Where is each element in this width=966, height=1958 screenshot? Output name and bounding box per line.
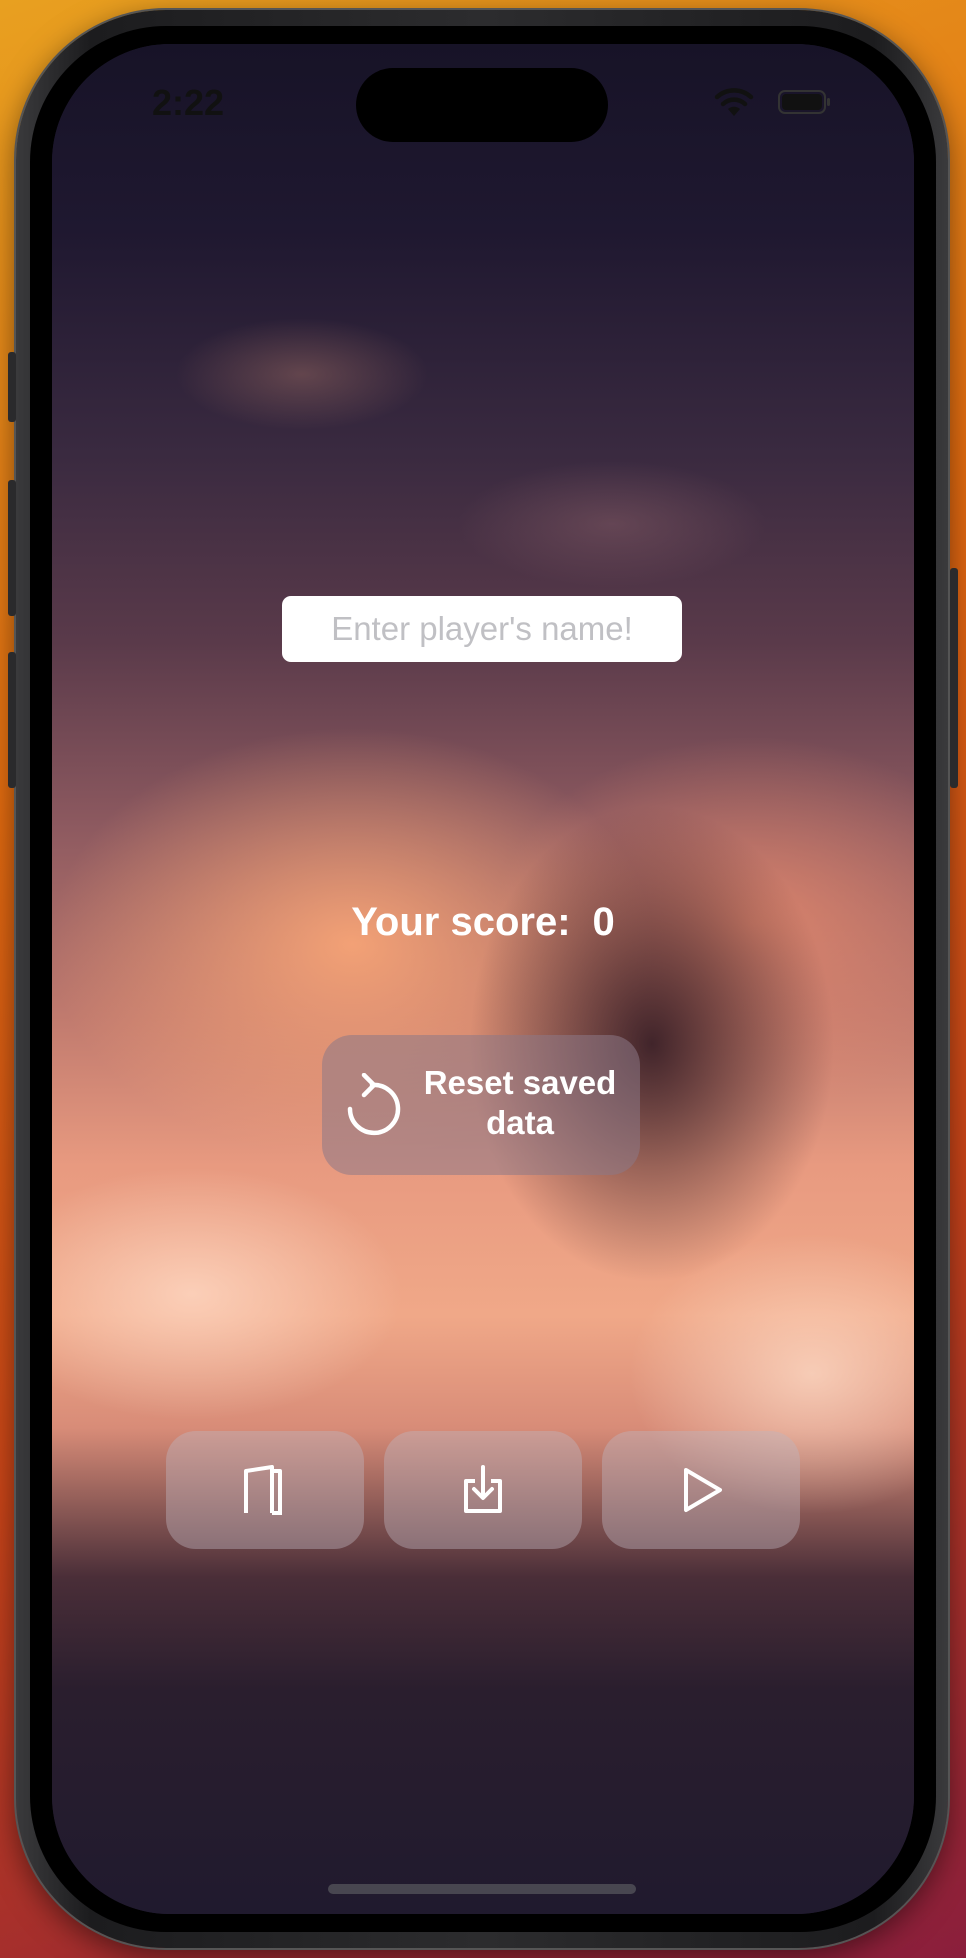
player-name-input[interactable] xyxy=(282,596,682,662)
wifi-icon xyxy=(714,88,754,116)
door-icon xyxy=(244,1465,282,1515)
score-display: Your score: 0 xyxy=(52,900,914,945)
blurred-background-image xyxy=(52,44,914,1914)
save-button[interactable] xyxy=(384,1431,582,1549)
exit-button[interactable] xyxy=(166,1431,364,1549)
dynamic-island xyxy=(356,68,608,142)
battery-icon xyxy=(778,90,830,114)
reset-saved-data-button[interactable]: Reset saved data xyxy=(322,1035,640,1175)
status-bar-time: 2:22 xyxy=(152,82,225,123)
counterclockwise-arrow-icon xyxy=(347,1073,401,1136)
volume-down-side-button xyxy=(8,652,16,788)
reset-button-label: Reset saved data xyxy=(423,1064,617,1141)
play-icon xyxy=(684,1468,722,1512)
score-value: 0 xyxy=(592,900,615,944)
play-button[interactable] xyxy=(602,1431,800,1549)
download-tray-icon xyxy=(464,1465,502,1513)
action-side-button xyxy=(8,352,16,422)
volume-up-side-button xyxy=(8,480,16,616)
score-label: Your score: xyxy=(351,900,571,944)
screen: 2:22 Your score: 0 Reset saved data xyxy=(52,44,914,1914)
power-side-button xyxy=(950,568,958,788)
home-indicator[interactable] xyxy=(328,1884,636,1894)
